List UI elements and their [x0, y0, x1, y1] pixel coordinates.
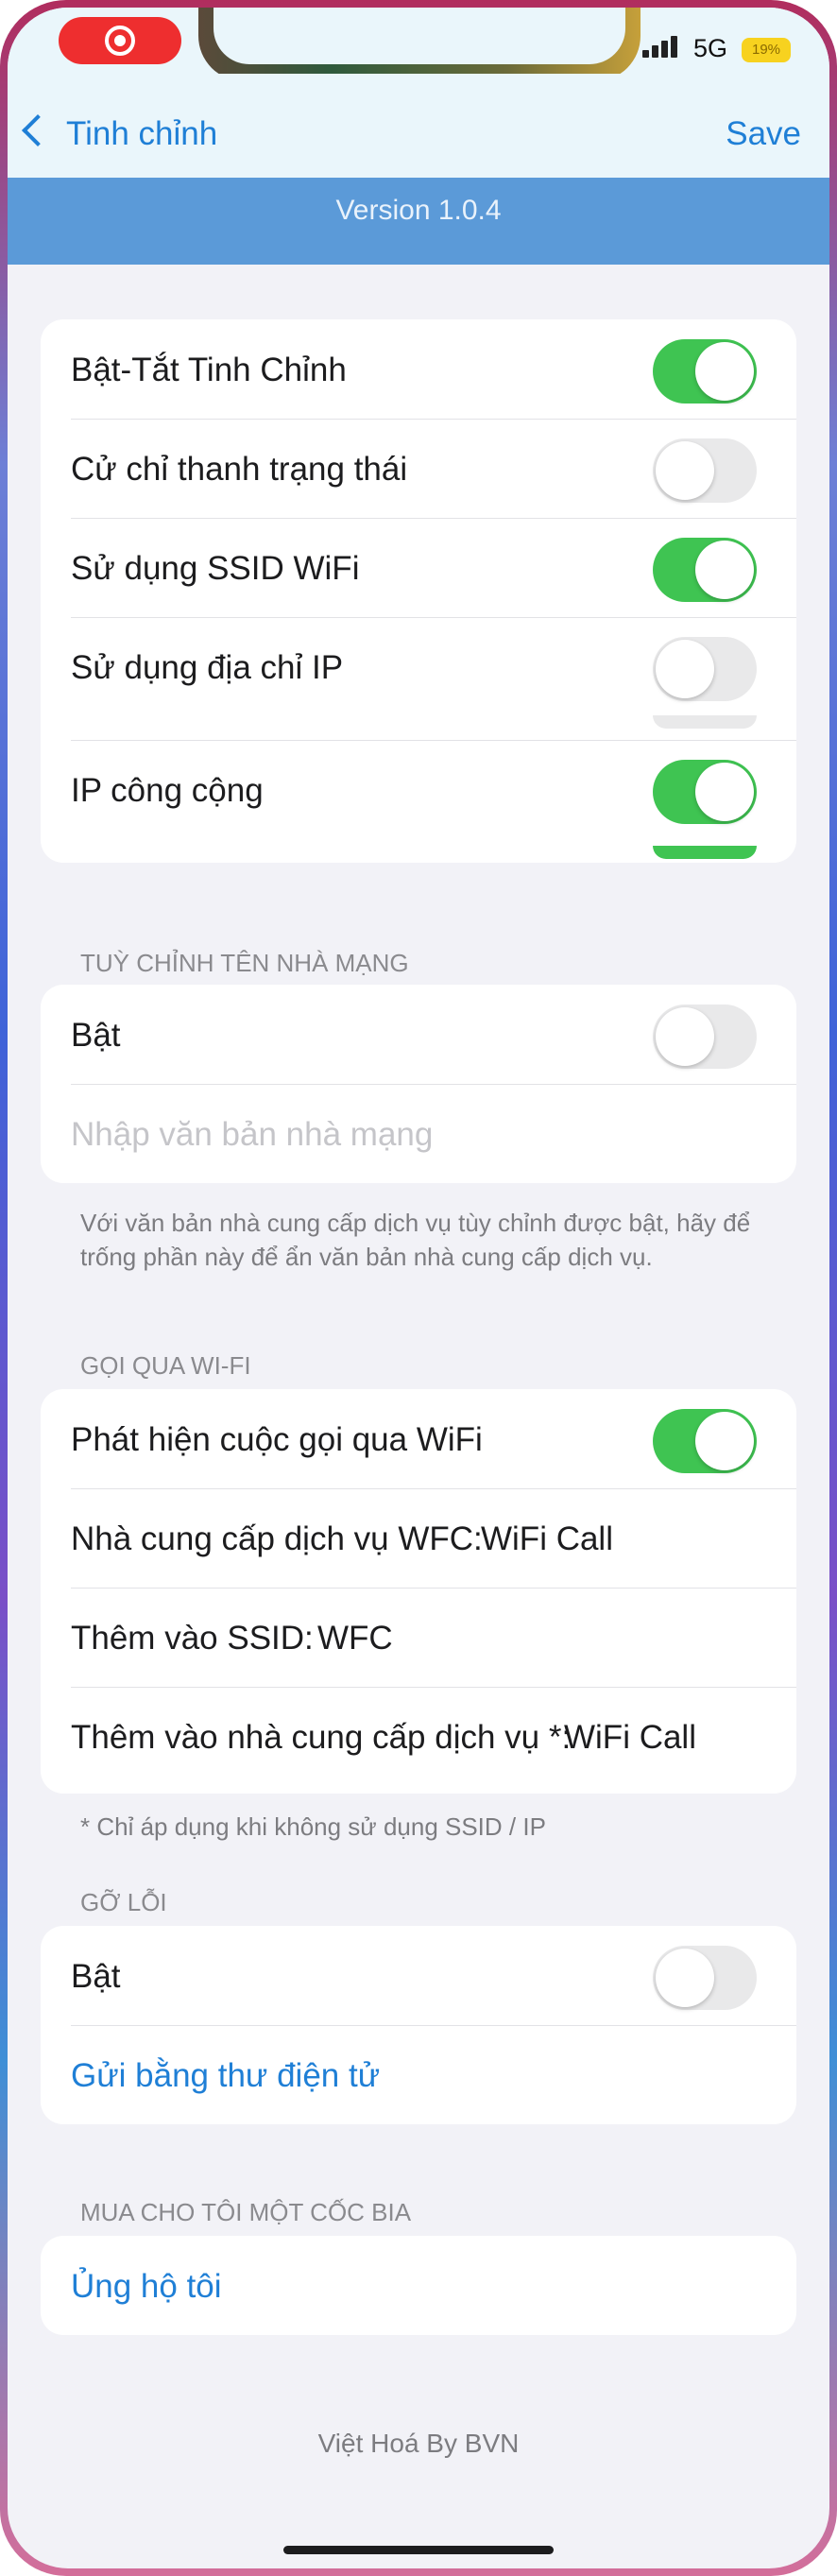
- general-settings-card: Bật-Tắt Tinh Chỉnh Cử chỉ thanh trạng th…: [41, 319, 796, 863]
- carrier-enable-label: Bật: [71, 1017, 121, 1054]
- settings-row: Bật: [41, 985, 796, 1084]
- settings-row[interactable]: Nhà cung cấp dịch vụ WFC: WiFi Call: [41, 1488, 796, 1588]
- use-wifi-ssid-label: Sử dụng SSID WiFi: [71, 550, 360, 587]
- carrier-footnote: Với văn bản nhà cung cấp dịch vụ tùy chỉ…: [80, 1209, 751, 1271]
- status-bar-gesture-label: Cử chỉ thanh trạng thái: [71, 451, 408, 488]
- carrier-section-header: TUỲ CHỈNH TÊN NHÀ MẠNG: [80, 949, 409, 977]
- settings-row: Bật: [41, 1926, 796, 2025]
- device-frame: 5G 19% Tinh chỉnh Save Version 1.0.4 Bật…: [0, 0, 837, 2576]
- settings-row[interactable]: Gửi bằng thư điện tử: [41, 2025, 796, 2124]
- debug-card: Bật Gửi bằng thư điện tử: [41, 1926, 796, 2124]
- toggle-tweak-switch[interactable]: [653, 339, 757, 404]
- credit-text: Việt Hoá By BVN: [317, 2429, 520, 2458]
- status-bar: 5G 19%: [8, 8, 829, 81]
- beer-section-header: MUA CHO TÔI MỘT CỐC BIA: [80, 2198, 412, 2226]
- home-indicator[interactable]: [283, 2546, 554, 2554]
- carrier-enable-switch[interactable]: [653, 1005, 757, 1069]
- wifi-call-detect-label: Phát hiện cuộc gọi qua WiFi: [71, 1421, 483, 1458]
- navigation-bar: Tinh chỉnh Save: [8, 74, 829, 178]
- wfc-provider-value[interactable]: WiFi Call: [481, 1520, 613, 1558]
- settings-row[interactable]: Ủng hộ tôi: [41, 2236, 796, 2335]
- toggle-tweak-label: Bật-Tắt Tinh Chỉnh: [71, 352, 347, 388]
- wifi-calling-section-header: GỌI QUA WI-FI: [80, 1351, 251, 1380]
- network-type: 5G: [693, 34, 728, 62]
- record-icon: [105, 26, 135, 56]
- wfc-provider-label: Nhà cung cấp dịch vụ WFC:: [71, 1520, 483, 1557]
- settings-row: Cử chỉ thanh trạng thái: [41, 419, 796, 518]
- public-ip-switch[interactable]: [653, 760, 757, 824]
- settings-row[interactable]: Thêm vào SSID: WFC: [41, 1588, 796, 1687]
- version-banner: Version 1.0.4: [8, 178, 829, 265]
- settings-row: Sử dụng SSID WiFi: [41, 518, 796, 617]
- beer-card: Ủng hộ tôi: [41, 2236, 796, 2335]
- use-ip-address-switch[interactable]: [653, 637, 757, 701]
- debug-section-header: GỠ LỖI: [80, 1888, 167, 1916]
- public-ip-label: IP công cộng: [71, 772, 264, 809]
- wifi-calling-card: Phát hiện cuộc gọi qua WiFi Nhà cung cấp…: [41, 1389, 796, 1794]
- collapsed-row-remnant: [653, 715, 757, 729]
- append-ssid-value[interactable]: WFC: [317, 1620, 393, 1657]
- settings-row: Phát hiện cuộc gọi qua WiFi: [41, 1389, 796, 1488]
- debug-enable-label: Bật: [71, 1958, 121, 1995]
- settings-row[interactable]: Nhập văn bản nhà mạng: [41, 1084, 796, 1183]
- settings-row: Sử dụng địa chỉ IP: [41, 617, 796, 740]
- carrier-card: Bật Nhập văn bản nhà mạng: [41, 985, 796, 1183]
- append-ssid-label: Thêm vào SSID:: [71, 1620, 314, 1657]
- back-chevron-icon[interactable]: [22, 114, 54, 146]
- append-carrier-value[interactable]: WiFi Call: [564, 1719, 696, 1757]
- screen: 5G 19% Tinh chỉnh Save Version 1.0.4 Bật…: [8, 8, 829, 2568]
- version-label: Version 1.0.4: [335, 195, 502, 226]
- dynamic-island: [198, 8, 641, 81]
- support-me-button[interactable]: Ủng hộ tôi: [71, 2268, 222, 2306]
- battery-icon: 19%: [742, 38, 791, 62]
- collapsed-row-remnant: [653, 846, 757, 859]
- append-carrier-label: Thêm vào nhà cung cấp dịch vụ *:: [71, 1719, 572, 1756]
- settings-row: Bật-Tắt Tinh Chỉnh: [41, 319, 796, 419]
- settings-row: IP công cộng: [41, 740, 796, 863]
- send-email-button[interactable]: Gửi bằng thư điện tử: [71, 2057, 380, 2095]
- debug-enable-switch[interactable]: [653, 1946, 757, 2010]
- use-ip-address-label: Sử dụng địa chỉ IP: [71, 649, 344, 686]
- wifi-calling-footnote: * Chỉ áp dụng khi không sử dụng SSID / I…: [80, 1812, 546, 1841]
- settings-row[interactable]: Thêm vào nhà cung cấp dịch vụ *: WiFi Ca…: [41, 1687, 796, 1786]
- cellular-signal-icon: [642, 36, 677, 58]
- wifi-call-detect-switch[interactable]: [653, 1409, 757, 1473]
- save-button[interactable]: Save: [726, 115, 801, 153]
- back-button[interactable]: Tinh chỉnh: [66, 115, 217, 153]
- status-bar-gesture-switch[interactable]: [653, 438, 757, 503]
- carrier-text-input[interactable]: Nhập văn bản nhà mạng: [71, 1116, 433, 1154]
- screen-recording-indicator[interactable]: [59, 17, 181, 64]
- use-wifi-ssid-switch[interactable]: [653, 538, 757, 602]
